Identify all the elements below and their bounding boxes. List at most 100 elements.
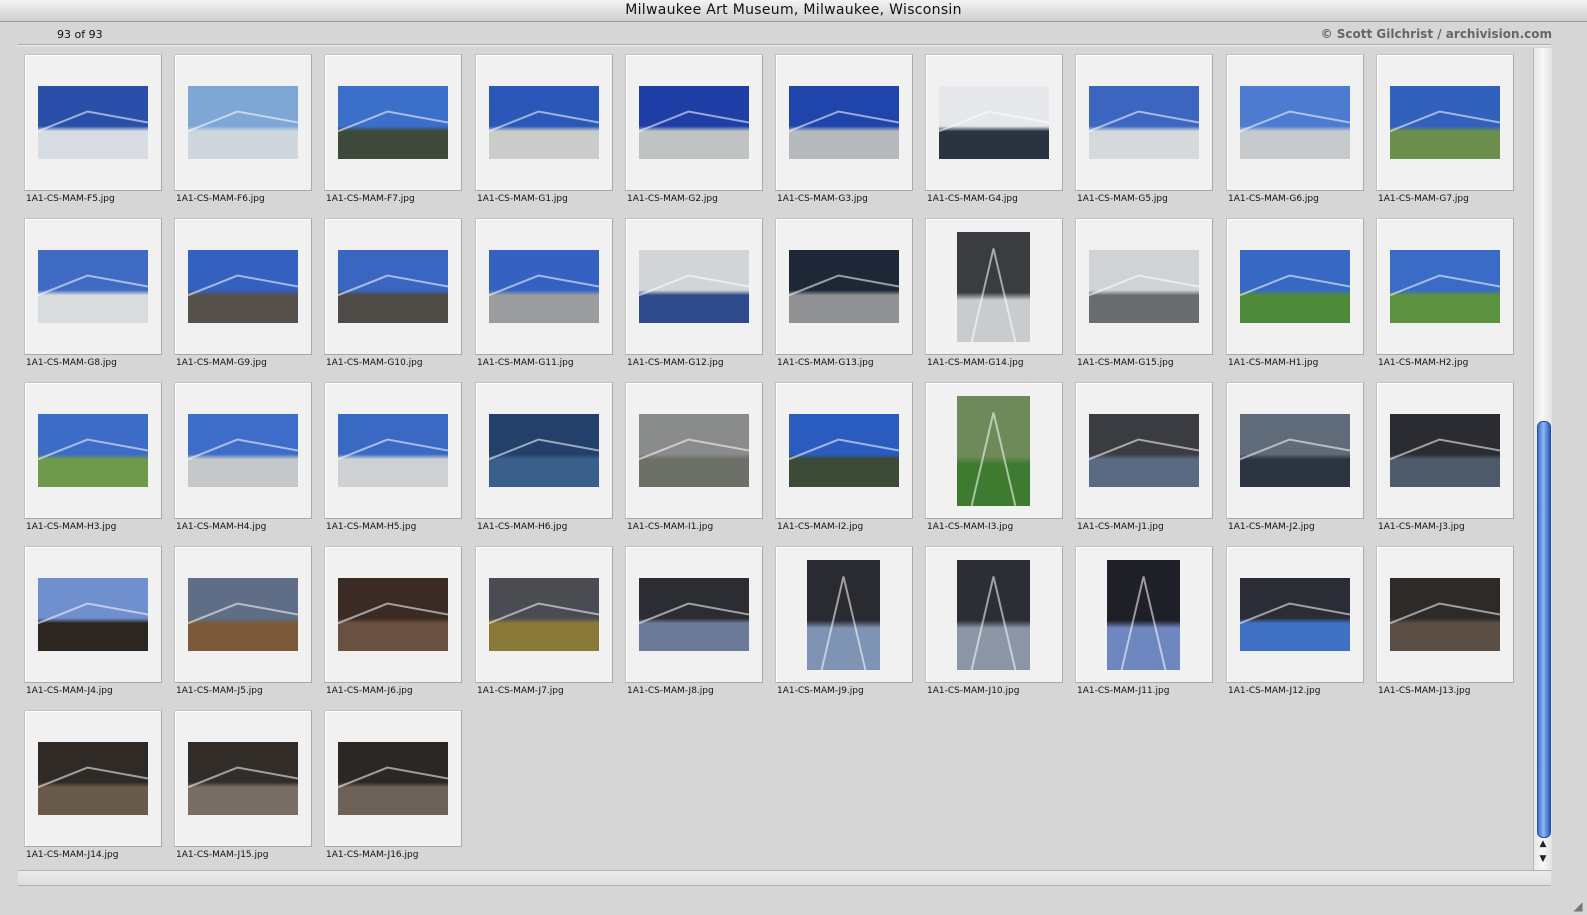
thumbnail-item[interactable]: 1A1-CS-MAM-H3.jpg xyxy=(18,376,168,540)
slide-mount xyxy=(24,382,162,519)
thumbnail-image[interactable] xyxy=(957,396,1030,506)
thumbnail-item[interactable]: 1A1-CS-MAM-J7.jpg xyxy=(469,540,619,704)
thumbnail-image[interactable] xyxy=(957,232,1030,342)
thumbnail-image[interactable] xyxy=(789,414,899,487)
thumbnail-item[interactable]: 1A1-CS-MAM-J4.jpg xyxy=(18,540,168,704)
thumbnail-item[interactable]: 1A1-CS-MAM-J6.jpg xyxy=(318,540,468,704)
thumbnail-item[interactable]: 1A1-CS-MAM-G14.jpg xyxy=(919,212,1069,376)
thumbnail-image[interactable] xyxy=(1390,578,1500,651)
thumbnail-image[interactable] xyxy=(188,86,298,159)
thumbnail-item[interactable]: 1A1-CS-MAM-J2.jpg xyxy=(1220,376,1370,540)
thumbnail-image[interactable] xyxy=(1390,414,1500,487)
thumbnail-item[interactable]: 1A1-CS-MAM-G2.jpg xyxy=(619,48,769,212)
thumbnail-item[interactable]: 1A1-CS-MAM-G10.jpg xyxy=(318,212,468,376)
scroll-thumb[interactable] xyxy=(1537,421,1551,838)
thumbnail-item[interactable]: 1A1-CS-MAM-J11.jpg xyxy=(1069,540,1219,704)
thumbnail-item[interactable]: 1A1-CS-MAM-H2.jpg xyxy=(1370,212,1520,376)
resize-grip-icon[interactable]: ◢ xyxy=(1571,899,1585,913)
thumbnail-image[interactable] xyxy=(188,578,298,651)
thumbnail-image[interactable] xyxy=(38,250,148,323)
thumbnail-item[interactable]: 1A1-CS-MAM-J3.jpg xyxy=(1370,376,1520,540)
thumbnail-image[interactable] xyxy=(188,414,298,487)
thumbnail-image[interactable] xyxy=(939,86,1049,159)
thumbnail-item[interactable]: 1A1-CS-MAM-F7.jpg xyxy=(318,48,468,212)
thumbnail-image[interactable] xyxy=(188,742,298,815)
thumbnail-image[interactable] xyxy=(1089,414,1199,487)
thumbnail-image[interactable] xyxy=(789,250,899,323)
thumbnail-image[interactable] xyxy=(38,742,148,815)
thumbnail-image[interactable] xyxy=(957,560,1030,670)
thumbnail-item[interactable]: 1A1-CS-MAM-F6.jpg xyxy=(168,48,318,212)
vertical-scrollbar[interactable]: ▲ ▼ xyxy=(1533,48,1552,870)
thumbnail-item[interactable]: 1A1-CS-MAM-I1.jpg xyxy=(619,376,769,540)
thumbnail-image[interactable] xyxy=(639,250,749,323)
slide-mount xyxy=(625,546,763,683)
thumbnail-image[interactable] xyxy=(338,742,448,815)
thumbnail-image[interactable] xyxy=(38,86,148,159)
thumbnail-image[interactable] xyxy=(489,86,599,159)
thumbnail-image[interactable] xyxy=(38,414,148,487)
thumbnail-image[interactable] xyxy=(489,250,599,323)
thumbnail-image[interactable] xyxy=(1240,250,1350,323)
thumbnail-image[interactable] xyxy=(1240,578,1350,651)
thumbnail-image[interactable] xyxy=(639,414,749,487)
thumbnail-image[interactable] xyxy=(1089,250,1199,323)
thumbnail-filename: 1A1-CS-MAM-J5.jpg xyxy=(176,686,263,696)
thumbnail-image[interactable] xyxy=(338,250,448,323)
thumbnail-item[interactable]: 1A1-CS-MAM-G15.jpg xyxy=(1069,212,1219,376)
thumbnail-item[interactable]: 1A1-CS-MAM-G11.jpg xyxy=(469,212,619,376)
thumbnail-item[interactable]: 1A1-CS-MAM-J10.jpg xyxy=(919,540,1069,704)
slide-mount xyxy=(925,218,1063,355)
thumbnail-item[interactable]: 1A1-CS-MAM-G13.jpg xyxy=(769,212,919,376)
thumbnail-image[interactable] xyxy=(639,86,749,159)
thumbnail-item[interactable]: 1A1-CS-MAM-G7.jpg xyxy=(1370,48,1520,212)
slide-mount xyxy=(24,710,162,847)
thumbnail-item[interactable]: 1A1-CS-MAM-I3.jpg xyxy=(919,376,1069,540)
thumbnail-item[interactable]: 1A1-CS-MAM-G1.jpg xyxy=(469,48,619,212)
thumbnail-item[interactable]: 1A1-CS-MAM-F5.jpg xyxy=(18,48,168,212)
thumbnail-item[interactable]: 1A1-CS-MAM-G8.jpg xyxy=(18,212,168,376)
thumbnail-item[interactable]: 1A1-CS-MAM-G6.jpg xyxy=(1220,48,1370,212)
thumbnail-image[interactable] xyxy=(1107,560,1180,670)
triangle-up-icon[interactable]: ▲ xyxy=(1537,838,1549,850)
triangle-down-icon[interactable]: ▼ xyxy=(1537,853,1549,865)
thumbnail-item[interactable]: 1A1-CS-MAM-G4.jpg xyxy=(919,48,1069,212)
thumbnail-image[interactable] xyxy=(338,578,448,651)
thumbnail-item[interactable]: 1A1-CS-MAM-G12.jpg xyxy=(619,212,769,376)
thumbnail-image[interactable] xyxy=(188,250,298,323)
thumbnail-image[interactable] xyxy=(338,86,448,159)
thumbnail-item[interactable]: 1A1-CS-MAM-J1.jpg xyxy=(1069,376,1219,540)
thumbnail-image[interactable] xyxy=(789,86,899,159)
thumbnail-image[interactable] xyxy=(1240,414,1350,487)
thumbnail-image[interactable] xyxy=(38,578,148,651)
slide-mount xyxy=(1226,382,1364,519)
thumbnail-image[interactable] xyxy=(489,578,599,651)
thumbnail-item[interactable]: 1A1-CS-MAM-G3.jpg xyxy=(769,48,919,212)
thumbnail-filename: 1A1-CS-MAM-F5.jpg xyxy=(26,194,115,204)
thumbnail-image[interactable] xyxy=(1390,250,1500,323)
thumbnail-image[interactable] xyxy=(1240,86,1350,159)
thumbnail-image[interactable] xyxy=(1390,86,1500,159)
thumbnail-image[interactable] xyxy=(338,414,448,487)
thumbnail-item[interactable]: 1A1-CS-MAM-H4.jpg xyxy=(168,376,318,540)
thumbnail-item[interactable]: 1A1-CS-MAM-J16.jpg xyxy=(318,704,468,868)
thumbnail-item[interactable]: 1A1-CS-MAM-J15.jpg xyxy=(168,704,318,868)
thumbnail-item[interactable]: 1A1-CS-MAM-J12.jpg xyxy=(1220,540,1370,704)
thumbnail-item[interactable]: 1A1-CS-MAM-G5.jpg xyxy=(1069,48,1219,212)
thumbnail-item[interactable]: 1A1-CS-MAM-J5.jpg xyxy=(168,540,318,704)
thumbnail-item[interactable]: 1A1-CS-MAM-G9.jpg xyxy=(168,212,318,376)
thumbnail-image[interactable] xyxy=(807,560,880,670)
thumbnail-item[interactable]: 1A1-CS-MAM-H5.jpg xyxy=(318,376,468,540)
thumbnail-item[interactable]: 1A1-CS-MAM-J9.jpg xyxy=(769,540,919,704)
thumbnail-image[interactable] xyxy=(639,578,749,651)
thumbnail-item[interactable]: 1A1-CS-MAM-H1.jpg xyxy=(1220,212,1370,376)
thumbnail-item[interactable]: 1A1-CS-MAM-J14.jpg xyxy=(18,704,168,868)
thumbnail-item[interactable]: 1A1-CS-MAM-H6.jpg xyxy=(469,376,619,540)
title-bar[interactable]: Milwaukee Art Museum, Milwaukee, Wiscons… xyxy=(0,0,1587,22)
horizontal-scrollbar[interactable] xyxy=(18,870,1551,886)
thumbnail-item[interactable]: 1A1-CS-MAM-J8.jpg xyxy=(619,540,769,704)
thumbnail-item[interactable]: 1A1-CS-MAM-J13.jpg xyxy=(1370,540,1520,704)
thumbnail-image[interactable] xyxy=(1089,86,1199,159)
thumbnail-item[interactable]: 1A1-CS-MAM-I2.jpg xyxy=(769,376,919,540)
thumbnail-image[interactable] xyxy=(489,414,599,487)
